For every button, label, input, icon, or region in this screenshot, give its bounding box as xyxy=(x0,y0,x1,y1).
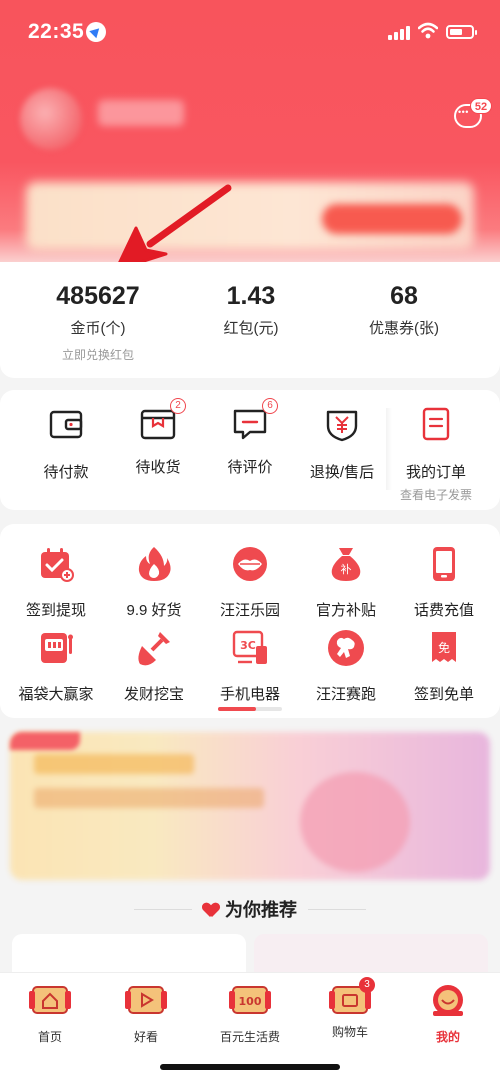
service-label: 签到提现 xyxy=(25,602,86,619)
tab-mine[interactable]: 我的 xyxy=(398,983,498,1045)
service-item[interactable]: 3C 手机电器 xyxy=(200,628,300,704)
gold-coins[interactable]: 485627 金币(个) 立即兑换红包 xyxy=(38,282,158,363)
red-packet-label: 红包(元) xyxy=(223,320,279,337)
tab-cart[interactable]: 3 购物车 xyxy=(300,977,400,1040)
service-label: 话费充值 xyxy=(413,602,474,619)
svg-text:100: 100 xyxy=(239,995,262,1008)
signal-icon xyxy=(388,26,410,40)
service-item[interactable]: 发财挖宝 xyxy=(104,628,204,704)
tab-label: 我的 xyxy=(435,1030,460,1044)
tab-living-allowance[interactable]: 100 百元生活费 xyxy=(200,983,300,1045)
svg-text:补: 补 xyxy=(341,563,352,576)
order-pending-payment[interactable]: 待付款 xyxy=(26,404,106,482)
status-bar: 22:35 xyxy=(0,18,500,48)
svg-text:3C: 3C xyxy=(240,639,256,652)
slot-machine-icon xyxy=(41,633,73,663)
dog-run-icon xyxy=(328,630,364,666)
order-label: 退换/售后 xyxy=(309,464,375,481)
order-badge: 2 xyxy=(170,398,186,414)
money-bag-icon: 补 xyxy=(331,548,361,581)
order-pending-review[interactable]: 6 待评价 xyxy=(210,398,290,477)
exchange-link[interactable]: 立即兑换红包 xyxy=(38,346,158,363)
service-item[interactable]: 汪汪赛跑 xyxy=(296,628,396,704)
wallet-icon xyxy=(49,410,83,439)
service-item[interactable]: 免 签到免单 xyxy=(394,628,494,704)
phone-icon xyxy=(433,547,455,581)
service-item[interactable]: 汪汪乐园 xyxy=(200,544,300,620)
status-time: 22:35 xyxy=(28,20,85,43)
gold-coins-label: 金币(个) xyxy=(70,320,126,337)
ad-tag xyxy=(10,732,80,750)
tab-watch[interactable]: 好看 xyxy=(96,983,196,1045)
recommend-title-text: 为你推荐 xyxy=(225,900,297,920)
order-badge: 6 xyxy=(262,398,278,414)
coupons-value: 68 xyxy=(390,282,418,310)
membership-banner-button[interactable] xyxy=(322,204,462,234)
tab-label: 首页 xyxy=(37,1030,62,1044)
service-label: 汪汪赛跑 xyxy=(315,686,376,703)
coupons[interactable]: 68 优惠券(张) xyxy=(344,282,464,338)
service-label: 汪汪乐园 xyxy=(219,602,280,619)
service-label: 9.9 好货 xyxy=(126,602,182,619)
service-label: 发财挖宝 xyxy=(123,686,184,703)
hundred-icon: 100 xyxy=(229,986,271,1014)
order-label: 待收货 xyxy=(135,459,181,476)
service-item[interactable]: 9.9 好货 xyxy=(104,544,204,620)
assets-card: 485627 金币(个) 立即兑换红包 1.43 红包(元) 68 优惠券(张) xyxy=(0,262,500,378)
flame-icon xyxy=(138,547,171,581)
order-label: 待评价 xyxy=(227,459,273,476)
electronics-icon: 3C xyxy=(232,630,267,664)
tab-label: 购物车 xyxy=(331,1025,368,1039)
cart-badge: 3 xyxy=(359,977,375,993)
message-badge: 52 xyxy=(470,98,492,114)
divider xyxy=(386,408,392,490)
promo-ad-banner[interactable] xyxy=(10,732,490,880)
tab-label: 好看 xyxy=(133,1030,158,1044)
free-coupon-icon: 免 xyxy=(432,632,456,662)
orders-card: 待付款 2 待收货 6 待评价 退换/售后 我的订单 查看电子发票 xyxy=(0,390,500,510)
home-indicator xyxy=(160,1064,340,1070)
gold-coins-value: 485627 xyxy=(56,282,140,310)
refund-icon xyxy=(326,410,358,442)
red-packet-value: 1.43 xyxy=(226,282,276,310)
service-label: 福袋大赢家 xyxy=(18,686,94,703)
wifi-icon xyxy=(418,22,438,39)
service-item[interactable]: 签到提现 xyxy=(6,544,106,620)
order-pending-receipt[interactable]: 2 待收货 xyxy=(118,398,198,477)
profile-header: 22:35 52 xyxy=(0,0,500,270)
coupons-label: 优惠券(张) xyxy=(369,320,439,337)
my-orders[interactable]: 我的订单 查看电子发票 xyxy=(394,404,478,503)
service-item[interactable]: 福袋大赢家 xyxy=(6,628,106,704)
home-icon xyxy=(29,986,71,1014)
heart-icon xyxy=(203,903,219,917)
service-label: 手机电器 xyxy=(219,686,280,703)
lips-icon xyxy=(233,547,267,581)
service-label: 官方补贴 xyxy=(315,602,376,619)
svg-text:免: 免 xyxy=(438,640,450,655)
service-item[interactable]: 补 官方补贴 xyxy=(296,544,396,620)
tab-home[interactable]: 首页 xyxy=(0,983,100,1045)
order-label: 我的订单 xyxy=(405,464,466,481)
order-list-icon xyxy=(422,407,450,441)
username-blurred xyxy=(98,100,184,126)
avatar[interactable] xyxy=(20,88,82,150)
profile-icon xyxy=(433,985,463,1016)
tab-label: 百元生活费 xyxy=(219,1030,280,1044)
service-label: 签到免单 xyxy=(413,686,474,703)
service-item[interactable]: 话费充值 xyxy=(394,544,494,620)
invoice-link[interactable]: 查看电子发票 xyxy=(394,486,478,503)
services-grid: 签到提现 9.9 好货 汪汪乐园 补 官方补贴 话费充值 福袋大赢家 发财挖宝 … xyxy=(0,524,500,718)
play-icon xyxy=(125,986,167,1014)
services-scroll-indicator xyxy=(218,707,282,711)
recommend-title: 为你推荐 xyxy=(0,896,500,922)
location-icon xyxy=(86,22,106,42)
red-packet[interactable]: 1.43 红包(元) xyxy=(192,282,310,338)
order-refund[interactable]: 退换/售后 xyxy=(302,404,382,482)
calendar-icon xyxy=(41,548,74,582)
shovel-icon xyxy=(138,632,170,666)
order-label: 待付款 xyxy=(43,464,89,481)
battery-icon xyxy=(446,25,477,39)
